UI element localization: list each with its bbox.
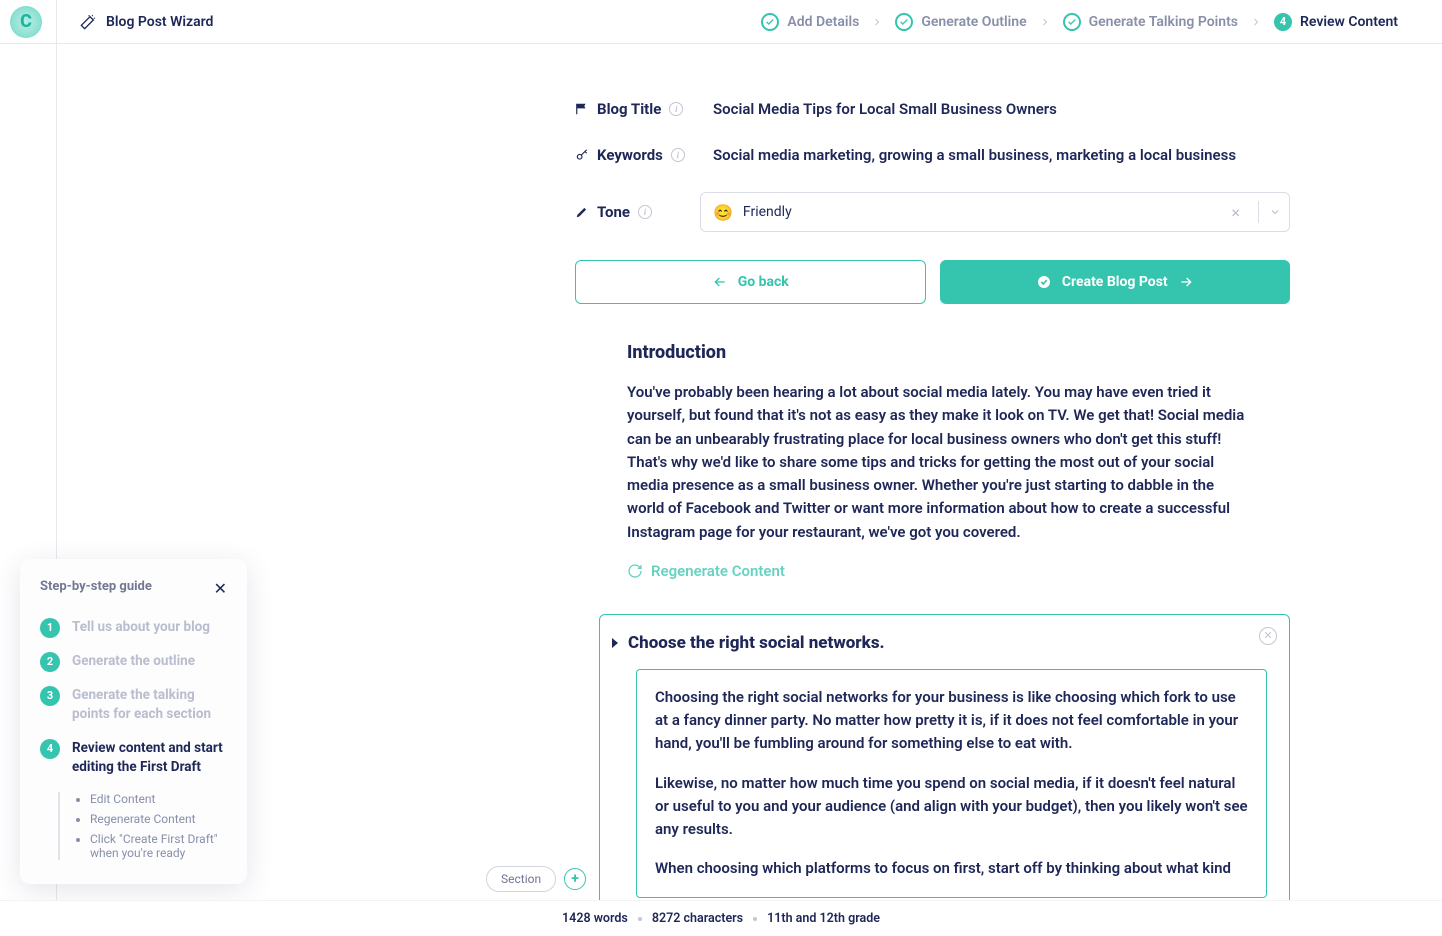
reading-grade: 11th and 12th grade bbox=[767, 911, 880, 926]
section-title: Choose the right social networks. bbox=[628, 633, 885, 653]
guide-step-1[interactable]: 1 Tell us about your blog bbox=[40, 618, 227, 638]
guide-step-label: Generate the outline bbox=[72, 652, 195, 672]
check-icon bbox=[1063, 13, 1081, 31]
refresh-icon bbox=[627, 563, 643, 579]
step-generate-outline[interactable]: Generate Outline bbox=[895, 13, 1026, 31]
check-icon bbox=[895, 13, 913, 31]
footer-stats: 1428 words 8272 characters 11th and 12th… bbox=[0, 900, 1442, 936]
add-section-controls: Section + bbox=[486, 866, 586, 892]
label-text: Blog Title bbox=[597, 100, 661, 118]
guide-step-4[interactable]: 4 Review content and start editing the F… bbox=[40, 739, 227, 778]
pen-icon bbox=[575, 205, 589, 219]
guide-substep: Edit Content bbox=[90, 792, 227, 806]
keywords-row: Keywords i Social media marketing, growi… bbox=[575, 146, 1290, 164]
tone-emoji: 😊 bbox=[713, 203, 733, 222]
guide-substeps: Edit Content Regenerate Content Click "C… bbox=[58, 792, 227, 860]
flag-icon bbox=[575, 102, 589, 116]
section-paragraph: Choosing the right social networks for y… bbox=[655, 686, 1248, 756]
guide-substep: Click "Create First Draft" when you're r… bbox=[90, 832, 227, 860]
info-icon[interactable]: i bbox=[671, 148, 685, 162]
step-label: Add Details bbox=[787, 14, 859, 30]
app-logo[interactable]: C bbox=[10, 6, 42, 38]
add-section-button[interactable]: + bbox=[564, 868, 586, 890]
chevron-right-icon bbox=[1039, 16, 1051, 28]
guide-step-3[interactable]: 3 Generate the talking points for each s… bbox=[40, 686, 227, 725]
guide-substep: Regenerate Content bbox=[90, 812, 227, 826]
step-label: Review Content bbox=[1300, 14, 1398, 30]
caret-right-icon bbox=[612, 638, 618, 648]
blog-title-row: Blog Title i Social Media Tips for Local… bbox=[575, 100, 1290, 118]
main-content: Blog Title i Social Media Tips for Local… bbox=[575, 100, 1290, 917]
info-icon[interactable]: i bbox=[669, 102, 683, 116]
chevron-right-icon bbox=[871, 16, 883, 28]
button-label: Regenerate Content bbox=[651, 562, 785, 580]
guide-step-label: Generate the talking points for each sec… bbox=[72, 686, 227, 725]
section-paragraph: When choosing which platforms to focus o… bbox=[655, 857, 1248, 880]
guide-step-2[interactable]: 2 Generate the outline bbox=[40, 652, 227, 672]
keywords-label: Keywords i bbox=[575, 146, 713, 164]
pill-label: Section bbox=[501, 872, 541, 886]
regenerate-content-button[interactable]: Regenerate Content bbox=[627, 562, 1290, 580]
clear-icon[interactable]: × bbox=[1223, 203, 1248, 222]
dot-separator bbox=[638, 917, 642, 921]
keywords-value[interactable]: Social media marketing, growing a small … bbox=[713, 146, 1290, 164]
step-generate-talking-points[interactable]: Generate Talking Points bbox=[1063, 13, 1238, 31]
create-blog-post-button[interactable]: Create Blog Post bbox=[940, 260, 1291, 304]
chevron-right-icon bbox=[1250, 16, 1262, 28]
tone-row: Tone i 😊 Friendly × bbox=[575, 192, 1290, 232]
label-text: Tone bbox=[597, 203, 630, 221]
button-label: Create Blog Post bbox=[1062, 274, 1168, 290]
magic-wand-icon bbox=[80, 14, 96, 30]
section-header[interactable]: Choose the right social networks. bbox=[636, 633, 1267, 653]
section-pill[interactable]: Section bbox=[486, 866, 556, 892]
check-icon bbox=[761, 13, 779, 31]
close-icon[interactable]: ✕ bbox=[1259, 627, 1277, 645]
go-back-button[interactable]: Go back bbox=[575, 260, 926, 304]
action-buttons: Go back Create Blog Post bbox=[575, 260, 1290, 304]
check-circle-icon bbox=[1036, 274, 1052, 290]
introduction-heading: Introduction bbox=[627, 342, 1290, 363]
arrow-right-icon bbox=[1178, 274, 1194, 290]
step-add-details[interactable]: Add Details bbox=[761, 13, 859, 31]
dot-separator bbox=[753, 917, 757, 921]
step-badge: 2 bbox=[40, 652, 60, 672]
key-icon bbox=[575, 148, 589, 162]
section-paragraph: Likewise, no matter how much time you sp… bbox=[655, 772, 1248, 842]
logo-letter: C bbox=[20, 11, 32, 32]
step-label: Generate Outline bbox=[921, 14, 1026, 30]
wizard-title-text: Blog Post Wizard bbox=[106, 14, 213, 30]
arrow-left-icon bbox=[712, 274, 728, 290]
wizard-steps: Add Details Generate Outline Generate Ta… bbox=[761, 13, 1442, 31]
info-icon[interactable]: i bbox=[638, 205, 652, 219]
tone-value: Friendly bbox=[743, 204, 1214, 220]
step-badge: 3 bbox=[40, 686, 60, 706]
step-badge: 1 bbox=[40, 618, 60, 638]
section-body[interactable]: Choosing the right social networks for y… bbox=[636, 669, 1267, 898]
tone-label: Tone i bbox=[575, 203, 700, 221]
char-count: 8272 characters bbox=[652, 911, 743, 926]
button-label: Go back bbox=[738, 274, 789, 290]
introduction-text[interactable]: You've probably been hearing a lot about… bbox=[627, 381, 1290, 544]
label-text: Keywords bbox=[597, 146, 663, 164]
wizard-title: Blog Post Wizard bbox=[80, 14, 213, 30]
guide-step-label: Tell us about your blog bbox=[72, 618, 210, 638]
blog-title-value[interactable]: Social Media Tips for Local Small Busine… bbox=[713, 100, 1290, 118]
step-review-content[interactable]: 4 Review Content bbox=[1274, 13, 1398, 31]
tone-select[interactable]: 😊 Friendly × bbox=[700, 192, 1290, 232]
header: C Blog Post Wizard Add Details Generate … bbox=[0, 0, 1442, 44]
step-label: Generate Talking Points bbox=[1089, 14, 1238, 30]
guide-step-label: Review content and start editing the Fir… bbox=[72, 739, 227, 778]
step-badge: 4 bbox=[40, 739, 60, 759]
blog-title-label: Blog Title i bbox=[575, 100, 713, 118]
step-number-badge: 4 bbox=[1274, 13, 1292, 31]
close-icon[interactable]: ✕ bbox=[214, 579, 227, 598]
step-by-step-guide: Step-by-step guide ✕ 1 Tell us about you… bbox=[20, 559, 247, 884]
word-count: 1428 words bbox=[562, 911, 628, 926]
section-card: ✕ Choose the right social networks. Choo… bbox=[599, 614, 1290, 917]
chevron-down-icon[interactable] bbox=[1258, 201, 1281, 223]
draft-content: Introduction You've probably been hearin… bbox=[575, 342, 1290, 917]
guide-title: Step-by-step guide bbox=[40, 579, 152, 594]
